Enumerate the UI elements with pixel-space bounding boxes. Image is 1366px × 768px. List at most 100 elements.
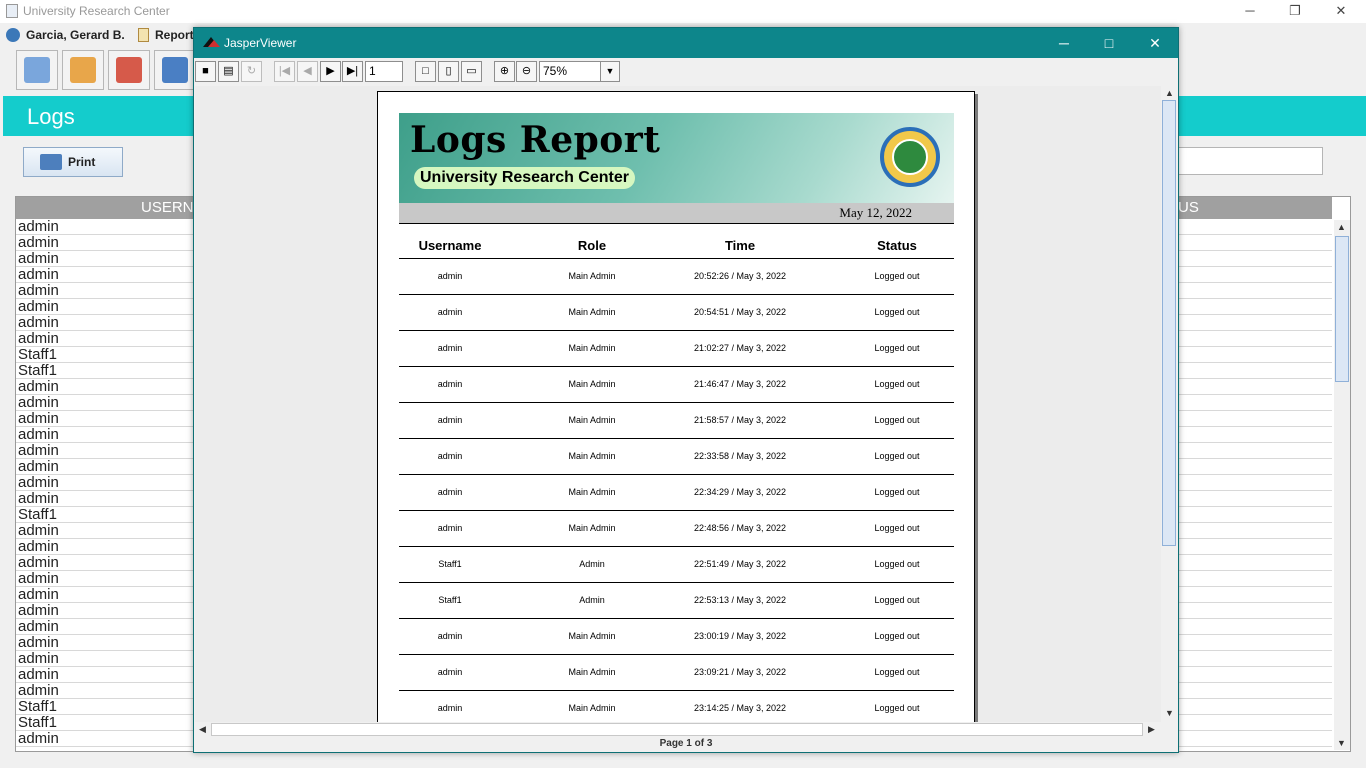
viewer-minimize-button[interactable]: ─	[1048, 33, 1080, 53]
row-role: Main Admin	[568, 703, 616, 713]
row-time: 22:34:29 / May 3, 2022	[693, 487, 787, 497]
user-toolbar-button[interactable]	[154, 50, 196, 90]
header-role: Role	[577, 238, 607, 253]
row-status: Logged out	[874, 595, 920, 605]
page-number-input[interactable]: 1	[365, 61, 403, 82]
last-page-icon[interactable]: ▶|	[342, 61, 363, 82]
row-time: 20:52:26 / May 3, 2022	[693, 271, 787, 281]
reports-menu-label: Report	[155, 28, 194, 42]
report-column-headers: Username Role Time Status	[399, 234, 954, 259]
profile-toolbar-button[interactable]	[16, 50, 58, 90]
close-button[interactable]: ✕	[1329, 2, 1353, 20]
row-status: Logged out	[874, 451, 920, 461]
report-banner: Logs Report University Research Center	[399, 113, 954, 203]
row-time: 20:54:51 / May 3, 2022	[693, 307, 787, 317]
zoom-in-icon[interactable]: ⊕	[494, 61, 515, 82]
report-title: Logs Report	[410, 119, 661, 161]
report-subtitle: University Research Center	[414, 167, 635, 189]
user-icon	[6, 28, 20, 42]
report-viewport: Logs Report University Research Center M…	[195, 86, 1161, 722]
report-row: admin Main Admin 21:58:57 / May 3, 2022 Log…	[399, 403, 954, 439]
reload-icon[interactable]: ↻	[241, 61, 262, 82]
jasper-viewer-window: JasperViewer ─ □ ✕ ■ ▤ ↻ |◀ ◀ ▶ ▶| 1 □ ▯…	[193, 27, 1179, 753]
viewer-horizontal-thumb[interactable]	[211, 723, 1143, 736]
table-scroll-up-icon[interactable]: ▲	[1337, 222, 1346, 232]
column-header-status[interactable]: US	[1178, 199, 1199, 216]
row-role: Main Admin	[568, 667, 616, 677]
user-menu[interactable]: Garcia, Gerard B.	[6, 26, 125, 44]
first-page-icon[interactable]: |◀	[274, 61, 295, 82]
actual-size-icon[interactable]: □	[415, 61, 436, 82]
header-status: Status	[877, 238, 917, 253]
chevron-down-icon[interactable]: ▼	[600, 61, 620, 82]
save-icon[interactable]: ■	[195, 61, 216, 82]
report-row: admin Main Admin 22:33:58 / May 3, 2022 Log…	[399, 439, 954, 475]
search-input[interactable]	[1175, 147, 1323, 175]
header-username: Username	[418, 238, 482, 253]
row-role: Main Admin	[568, 631, 616, 641]
row-role: Main Admin	[568, 379, 616, 389]
print-button[interactable]: Print	[23, 147, 123, 177]
page-status: Page 1 of 3	[659, 738, 713, 749]
scroll-right-icon[interactable]: ▶	[1148, 724, 1155, 735]
previous-page-icon[interactable]: ◀	[297, 61, 318, 82]
fit-width-icon[interactable]: ▭	[461, 61, 482, 82]
row-username: admin	[437, 271, 463, 281]
zoom-select[interactable]: 75%	[539, 61, 601, 82]
viewer-horizontal-scrollbar[interactable]: ◀ ▶	[195, 722, 1161, 737]
row-status: Logged out	[874, 415, 920, 425]
row-role: Main Admin	[568, 523, 616, 533]
viewer-vertical-scrollbar[interactable]: ▲ ▼	[1161, 86, 1177, 722]
minimize-button[interactable]: ─	[1238, 2, 1262, 20]
clipboard-icon	[116, 57, 142, 83]
row-time: 23:14:25 / May 3, 2022	[693, 703, 787, 713]
clipboard-toolbar-button[interactable]	[108, 50, 150, 90]
zoom-out-icon[interactable]: ⊖	[516, 61, 537, 82]
viewer-titlebar[interactable]: JasperViewer ─ □ ✕	[194, 28, 1178, 58]
profile-card-icon	[24, 57, 50, 83]
main-titlebar	[0, 0, 1366, 23]
viewer-close-button[interactable]: ✕	[1139, 33, 1171, 53]
row-username: admin	[437, 703, 463, 713]
scroll-up-icon[interactable]: ▲	[1165, 88, 1174, 98]
fit-page-icon[interactable]: ▯	[438, 61, 459, 82]
viewer-vertical-thumb[interactable]	[1162, 100, 1176, 546]
row-time: 21:58:57 / May 3, 2022	[693, 415, 787, 425]
viewer-maximize-button[interactable]: □	[1093, 33, 1125, 53]
column-header-username[interactable]: USERN	[141, 199, 194, 216]
row-username: admin	[437, 523, 463, 533]
app-title: University Research Center	[23, 4, 170, 18]
row-username: admin	[437, 379, 463, 389]
scroll-down-icon[interactable]: ▼	[1165, 708, 1174, 718]
row-role: Main Admin	[568, 415, 616, 425]
next-page-icon[interactable]: ▶	[320, 61, 341, 82]
row-role: Main Admin	[568, 487, 616, 497]
viewer-toolbar: ■ ▤ ↻ |◀ ◀ ▶ ▶| 1 □ ▯ ▭ ⊕ ⊖ 75% ▼	[194, 58, 1178, 86]
row-username: admin	[437, 667, 463, 677]
print-icon[interactable]: ▤	[218, 61, 239, 82]
report-row: admin Main Admin 21:46:47 / May 3, 2022 Log…	[399, 367, 954, 403]
section-title: Logs	[27, 104, 75, 129]
reports-menu[interactable]: Report	[138, 26, 194, 44]
printer-icon	[40, 154, 62, 170]
table-scroll-thumb[interactable]	[1335, 236, 1349, 382]
seal-center	[892, 139, 928, 175]
list-toolbar-button[interactable]	[62, 50, 104, 90]
row-time: 21:02:27 / May 3, 2022	[693, 343, 787, 353]
report-row: admin Main Admin 23:14:25 / May 3, 2022 Log…	[399, 691, 954, 722]
restore-button[interactable]: ❐	[1283, 2, 1307, 20]
row-status: Logged out	[874, 631, 920, 641]
report-row: admin Main Admin 23:00:19 / May 3, 2022 Log…	[399, 619, 954, 655]
university-seal-logo	[880, 127, 940, 187]
row-time: 22:53:13 / May 3, 2022	[693, 595, 787, 605]
report-rows: admin Main Admin 20:52:26 / May 3, 2022 Log…	[399, 259, 954, 722]
row-status: Logged out	[874, 343, 920, 353]
row-username: Staff1	[438, 559, 462, 569]
row-username: admin	[437, 415, 463, 425]
report-row: admin Main Admin 23:09:21 / May 3, 2022 Log…	[399, 655, 954, 691]
table-scroll-down-icon[interactable]: ▼	[1337, 738, 1346, 748]
row-status: Logged out	[874, 667, 920, 677]
row-status: Logged out	[874, 307, 920, 317]
report-row: admin Main Admin 20:52:26 / May 3, 2022 Log…	[399, 259, 954, 295]
scroll-left-icon[interactable]: ◀	[199, 724, 206, 735]
